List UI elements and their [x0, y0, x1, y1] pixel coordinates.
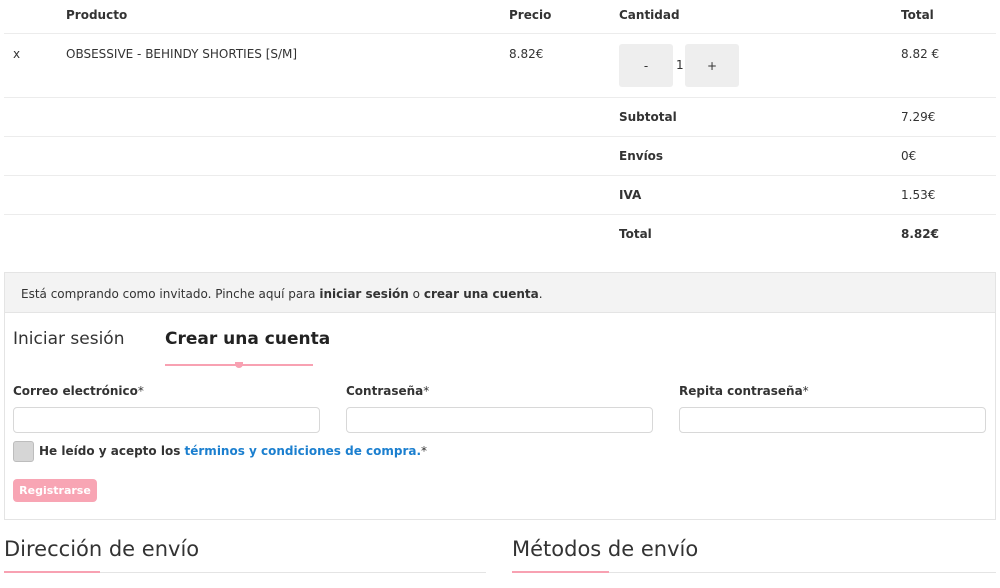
header-total: Total [901, 8, 934, 22]
decrease-quantity-button[interactable]: - [619, 44, 673, 87]
email-field[interactable] [13, 407, 320, 433]
cart-table: Producto Precio Cantidad Total x OBSESSI… [4, 0, 996, 254]
increase-quantity-button[interactable]: + [685, 44, 739, 87]
shipping-label: Envíos [619, 149, 664, 163]
register-link[interactable]: crear una cuenta [424, 287, 539, 301]
quantity-stepper: - 1 + [619, 44, 744, 87]
notice-end: . [538, 287, 543, 301]
password-label: Contraseña* [346, 384, 429, 398]
account-panel: Iniciar sesión Crear una cuenta Correo e… [4, 312, 996, 520]
tax-value: 1.53€ [901, 188, 936, 202]
guest-notice: Está comprando como invitado. Pinche aqu… [4, 272, 996, 313]
total-value: 8.82€ [901, 227, 939, 241]
total-row: Total 8.82€ [4, 215, 996, 254]
email-label: Correo electrónico* [13, 384, 144, 398]
email-label-text: Correo electrónico [13, 384, 138, 398]
notice-text: Está comprando como invitado. Pinche aqu… [21, 287, 320, 301]
terms-text: He leído y acepto los [39, 444, 185, 458]
shipping-methods-heading: Métodos de envío [512, 537, 699, 561]
header-price: Precio [509, 8, 552, 22]
repeat-password-label-text: Repita contraseña [679, 384, 803, 398]
header-product: Producto [66, 8, 128, 22]
password-field[interactable] [346, 407, 653, 433]
product-name: OBSESSIVE - BEHINDY SHORTIES [S/M] [66, 47, 298, 61]
repeat-password-field[interactable] [679, 407, 986, 433]
register-button[interactable]: Registrarse [13, 479, 97, 502]
cart-item-row: x OBSESSIVE - BEHINDY SHORTIES [S/M] 8.8… [4, 34, 996, 98]
terms-label: He leído y acepto los términos y condici… [39, 444, 427, 458]
quantity-value: 1 [676, 58, 684, 72]
subtotal-label: Subtotal [619, 110, 677, 124]
required-mark: * [421, 444, 428, 458]
active-tab-marker [235, 362, 243, 368]
required-mark: * [423, 384, 430, 398]
remove-item-button[interactable]: x [13, 47, 20, 61]
tax-row: IVA 1.53€ [4, 176, 996, 215]
header-quantity: Cantidad [619, 8, 680, 22]
repeat-password-label: Repita contraseña* [679, 384, 809, 398]
shipping-methods-accent [512, 571, 609, 573]
required-mark: * [137, 384, 144, 398]
subtotal-row: Subtotal 7.29€ [4, 98, 996, 137]
product-price: 8.82€ [509, 47, 544, 61]
terms-link[interactable]: términos y condiciones de compra. [185, 444, 422, 458]
tax-label: IVA [619, 188, 642, 202]
password-label-text: Contraseña [346, 384, 424, 398]
required-mark: * [802, 384, 809, 398]
terms-checkbox[interactable] [13, 441, 34, 462]
tab-register[interactable]: Crear una cuenta [165, 329, 330, 349]
notice-or: o [408, 287, 424, 301]
tab-login[interactable]: Iniciar sesión [13, 329, 124, 349]
shipping-address-accent [4, 571, 100, 573]
shipping-row: Envíos 0€ [4, 137, 996, 176]
total-label: Total [619, 227, 652, 241]
cart-header-row: Producto Precio Cantidad Total [4, 0, 996, 34]
subtotal-value: 7.29€ [901, 110, 936, 124]
shipping-address-heading: Dirección de envío [4, 537, 200, 561]
login-link[interactable]: iniciar sesión [319, 287, 409, 301]
shipping-value: 0€ [901, 149, 917, 163]
line-total: 8.82 € [901, 47, 940, 61]
